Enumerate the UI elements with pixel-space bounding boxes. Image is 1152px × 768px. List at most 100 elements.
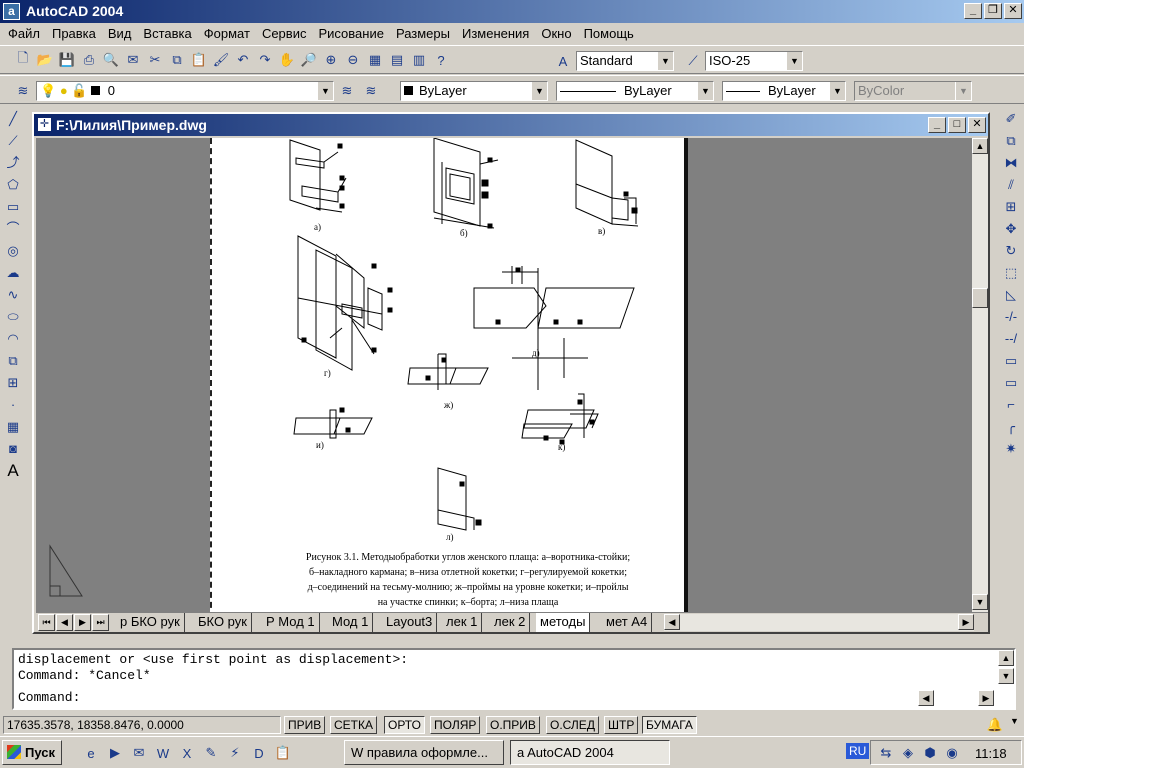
tab-layout[interactable]: Мод 1 [328,613,374,632]
paste-icon[interactable]: 📋 [188,49,210,71]
design-center-icon[interactable]: ▤ [386,49,408,71]
save-icon[interactable]: 💾 [56,49,78,71]
chevron-down-icon[interactable]: ▼ [786,52,802,70]
taskbar-autocad[interactable]: a AutoCAD 2004 [510,740,670,765]
chevron-down-icon[interactable]: ▼ [829,82,845,100]
ellipse-icon[interactable]: ⬭ [2,306,24,328]
help-icon[interactable]: ? [430,49,452,71]
menu-dimension[interactable]: Размеры [390,23,456,45]
taskbar-word-doc[interactable]: W правила оформле... [344,740,504,765]
language-indicator[interactable]: RU [846,743,870,759]
grid-toggle[interactable]: СЕТКА [330,716,377,734]
first-tab-icon[interactable]: ⏮ [38,614,55,631]
tab-layout-active[interactable]: методы [536,613,591,632]
region-icon[interactable]: ◙ [2,438,24,460]
cut-icon[interactable]: ✂ [144,49,166,71]
tab-layout[interactable]: БКО рук [194,613,252,632]
status-menu-arrow-icon[interactable]: ▼ [1010,716,1019,726]
point-icon[interactable]: · [2,394,24,416]
bolt-icon[interactable]: ⚡ [224,742,246,764]
shield-icon[interactable]: ⬢ [919,742,941,764]
new-file-icon[interactable]: 🗋 [12,49,34,71]
coordinates-readout[interactable]: 17635.3578, 18358.8476, 0.0000 [3,716,281,734]
menu-draw[interactable]: Рисование [312,23,389,45]
rectangle-icon[interactable]: ▭ [2,196,24,218]
tab-layout[interactable]: лек 1 [442,613,483,632]
menu-tools[interactable]: Сервис [256,23,313,45]
scroll-left-arrow-icon[interactable]: ◀ [918,690,934,706]
copy-object-icon[interactable]: ⧉ [1000,130,1022,152]
zoom-realtime-icon[interactable]: 🔎 [298,49,320,71]
color-select[interactable]: ByLayer ▼ [400,81,548,101]
scroll-right-arrow-icon[interactable]: ▶ [978,690,994,706]
prev-tab-icon[interactable]: ◀ [56,614,73,631]
restore-button[interactable]: ❐ [984,3,1002,19]
polar-toggle[interactable]: ПОЛЯР [430,716,481,734]
polyline-icon[interactable]: ⤴ [2,152,24,174]
document-d-icon[interactable]: D [248,742,270,764]
open-file-icon[interactable]: 📂 [34,49,56,71]
insert-block-icon[interactable]: ⧉ [2,350,24,372]
undo-icon[interactable]: ↶ [232,49,254,71]
trim-icon[interactable]: -/- [1000,306,1022,328]
horizontal-scrollbar[interactable]: ◀ ▶ [664,614,974,631]
mirror-icon[interactable]: ⧓ [1000,152,1022,174]
tab-layout[interactable]: Р Мод 1 [262,613,320,632]
dim-style-icon[interactable]: ⟋ [682,50,704,72]
arc-icon[interactable]: ⌒ [2,218,24,240]
break-at-point-icon[interactable]: ▭ [1000,350,1022,372]
command-window[interactable]: displacement or <use first point as disp… [12,648,1016,710]
chevron-down-icon[interactable]: ▼ [317,82,333,100]
drawing-doc-icon[interactable]: ✛ [38,118,51,131]
ellipse-arc-icon[interactable]: ◠ [2,328,24,350]
zoom-previous-icon[interactable]: ⊖ [342,49,364,71]
scroll-down-arrow-icon[interactable]: ▼ [972,594,988,610]
osnap-toggle[interactable]: О.ПРИВ [486,716,540,734]
start-button[interactable]: Пуск [2,740,62,765]
layer-manager-icon[interactable]: ≋ [12,80,34,102]
text-style-select[interactable]: Standard ▼ [576,51,674,71]
snap-toggle[interactable]: ПРИВ [284,716,326,734]
chevron-down-icon[interactable]: ▼ [657,52,673,70]
tab-layout[interactable]: р БКО рук [116,613,185,632]
tab-layout[interactable]: мет А4 [602,613,653,632]
vertical-scroll-thumb[interactable] [972,288,988,308]
fillet-icon[interactable]: ╭ [1000,416,1022,438]
make-block-icon[interactable]: ⊞ [2,372,24,394]
network-icon[interactable]: ⇆ [875,742,897,764]
erase-icon[interactable]: ✐ [1000,108,1022,130]
chevron-down-icon[interactable]: ▼ [697,82,713,100]
circle-icon[interactable]: ◎ [2,240,24,262]
dim-style-select[interactable]: ISO-25 ▼ [705,51,803,71]
drawing-maximize-button[interactable]: □ [948,117,966,133]
last-tab-icon[interactable]: ⏭ [92,614,109,631]
copy-icon[interactable]: ⧉ [166,49,188,71]
clipboard-icon[interactable]: 📋 [272,742,294,764]
revcloud-icon[interactable]: ☁ [2,262,24,284]
scale-icon[interactable]: ⬚ [1000,262,1022,284]
rotate-icon[interactable]: ↻ [1000,240,1022,262]
scroll-up-arrow-icon[interactable]: ▲ [972,138,988,154]
next-tab-icon[interactable]: ▶ [74,614,91,631]
redo-icon[interactable]: ↷ [254,49,276,71]
offset-icon[interactable]: ⫽ [1000,174,1022,196]
zoom-window-icon[interactable]: ⊕ [320,49,342,71]
outlook-icon[interactable]: ✉ [128,742,150,764]
vertical-scrollbar[interactable]: ▲ ▼ [972,138,988,612]
minimize-button[interactable]: _ [964,3,982,19]
plot-icon[interactable]: ⎙ [78,49,100,71]
menu-help[interactable]: Помощь [578,23,640,45]
make-layer-current-icon[interactable]: ≋ [336,80,358,102]
chevron-down-icon[interactable]: ▼ [531,82,547,100]
menu-insert[interactable]: Вставка [137,23,197,45]
break-icon[interactable]: ▭ [1000,372,1022,394]
paper-model-toggle[interactable]: БУМАГА [642,716,697,734]
publish-icon[interactable]: ✉ [122,49,144,71]
scroll-down-arrow-icon[interactable]: ▼ [998,668,1014,684]
explode-icon[interactable]: ✷ [1000,438,1022,460]
tab-layout[interactable]: лек 2 [490,613,531,632]
plot-preview-icon[interactable]: 🔍 [100,49,122,71]
antivirus-icon[interactable]: ◈ [897,742,919,764]
menu-file[interactable]: Файл [2,23,46,45]
construction-line-icon[interactable]: ⟋ [2,130,24,152]
